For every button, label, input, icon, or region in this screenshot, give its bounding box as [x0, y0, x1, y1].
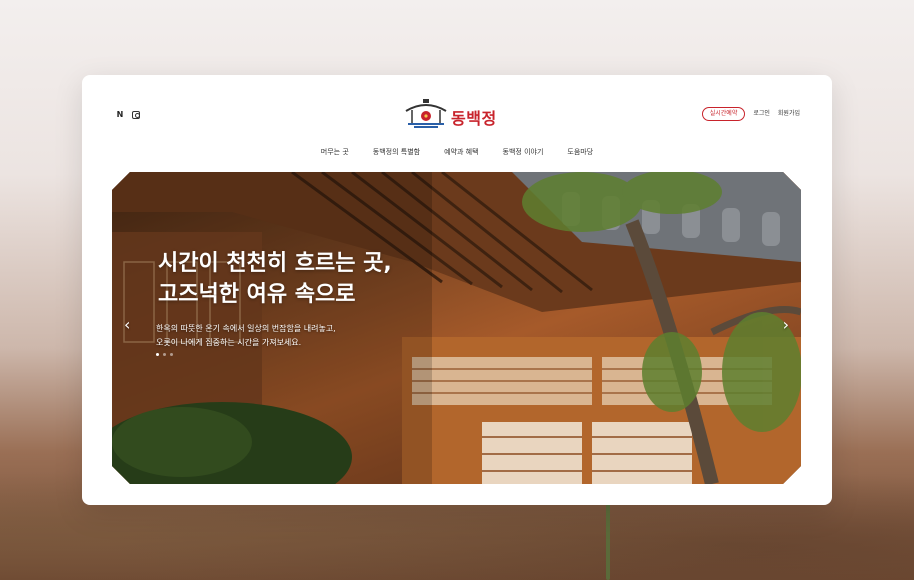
hanok-roof-icon [405, 99, 447, 128]
website-card: N 동백정 실시간예약 로그인 회원가입 머무는 곳 동백정의 특별함 예약과 … [82, 75, 832, 505]
hero-title-line1: 시간이 천천히 흐르는 곳, [158, 251, 392, 276]
slide-indicator [156, 353, 173, 356]
hero-description: 한옥의 따뜻한 온기 속에서 일상의 번잡함을 내려놓고, 오롯이 나에게 집중… [156, 322, 336, 350]
nav-item-story[interactable]: 동백정 이야기 [503, 147, 544, 157]
reserve-button[interactable]: 실시간예약 [701, 107, 746, 121]
slide-dot[interactable] [156, 353, 159, 356]
nav-item-reservation[interactable]: 예약과 혜택 [444, 147, 478, 157]
login-link[interactable]: 로그인 [753, 110, 770, 118]
slide-dot[interactable] [170, 353, 173, 356]
background-flower-stem [606, 500, 610, 580]
nav-item-help[interactable]: 도움마당 [567, 147, 593, 157]
auth-links: 실시간예약 로그인 회원가입 [701, 107, 800, 121]
naver-icon[interactable]: N [116, 110, 124, 119]
instagram-icon[interactable] [132, 110, 140, 119]
signup-link[interactable]: 회원가입 [778, 110, 800, 118]
chevron-right-icon[interactable]: › [783, 317, 789, 333]
main-nav: 머무는 곳 동백정의 특별함 예약과 혜택 동백정 이야기 도움마당 [82, 147, 832, 157]
slide-dot[interactable] [163, 353, 166, 356]
hero-title: 시간이 천천히 흐르는 곳, 고즈넉한 여유 속으로 [158, 248, 392, 310]
hero-title-line2: 고즈넉한 여유 속으로 [158, 282, 356, 307]
nav-item-stay[interactable]: 머무는 곳 [321, 147, 349, 157]
logo[interactable]: 동백정 [404, 97, 497, 129]
logo-text: 동백정 [451, 109, 497, 128]
nav-item-special[interactable]: 동백정의 특별함 [373, 147, 420, 157]
chevron-left-icon[interactable]: ‹ [124, 317, 130, 333]
hero-desc-line1: 한옥의 따뜻한 온기 속에서 일상의 번잡함을 내려놓고, [156, 324, 336, 333]
hero-desc-line2: 오롯이 나에게 집중하는 시간을 가져보세요. [156, 338, 302, 347]
hero-slider: 시간이 천천히 흐르는 곳, 고즈넉한 여유 속으로 한옥의 따뜻한 온기 속에… [112, 172, 801, 484]
social-links: N [116, 110, 140, 119]
